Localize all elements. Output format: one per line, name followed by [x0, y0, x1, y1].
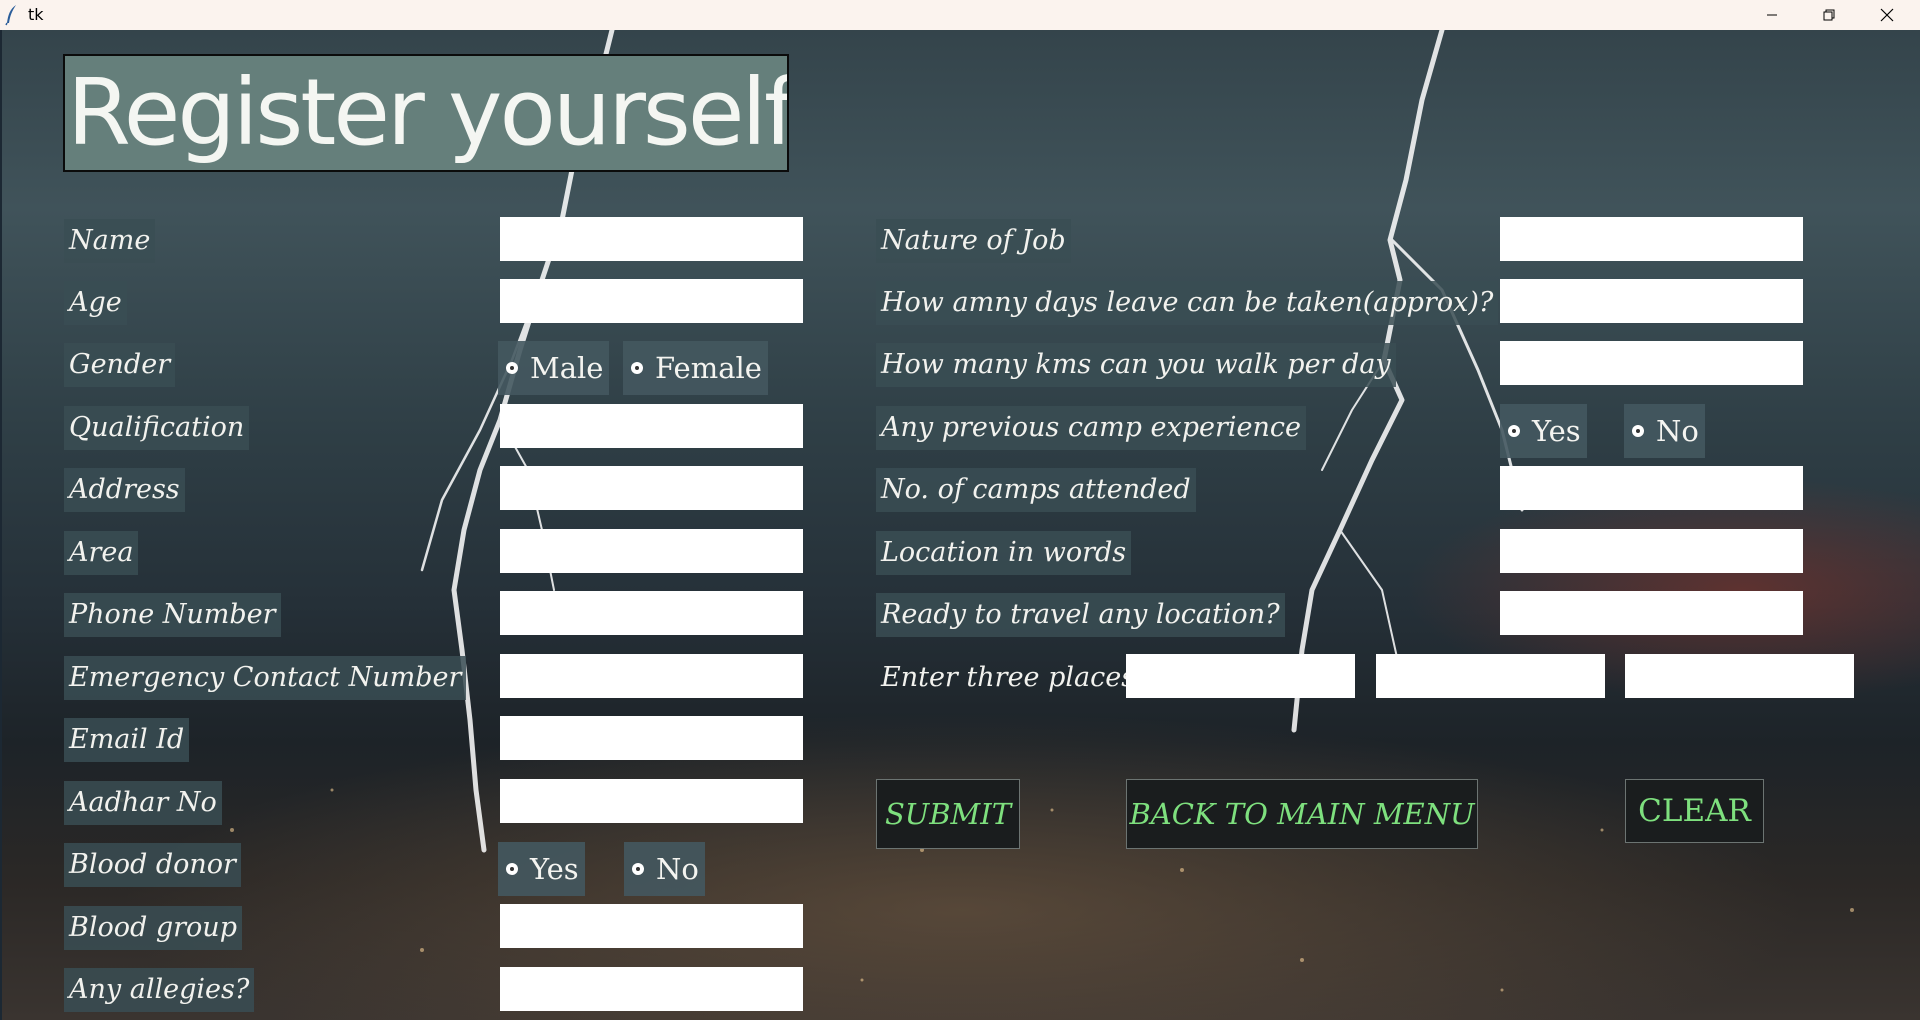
- window-titlebar: tk: [0, 0, 1920, 30]
- gender-female-label: Female: [655, 351, 762, 385]
- label-nature-of-job: Nature of Job: [876, 219, 1071, 263]
- leave-days-input[interactable]: [1500, 279, 1803, 323]
- name-input[interactable]: [500, 217, 803, 261]
- label-address: Address: [64, 468, 185, 512]
- gender-male-radio[interactable]: Male: [498, 341, 610, 395]
- place-1-input[interactable]: [1126, 654, 1355, 698]
- ready-to-travel-input[interactable]: [1500, 591, 1803, 635]
- label-email-id: Email Id: [64, 718, 190, 762]
- camp-experience-no-radio[interactable]: No: [1624, 404, 1705, 458]
- radio-indicator: [506, 863, 518, 875]
- radio-indicator: [631, 362, 643, 374]
- lightning-background: [120, 30, 1854, 992]
- label-camps-attended: No. of camps attended: [876, 468, 1196, 512]
- minimize-button[interactable]: [1743, 0, 1801, 30]
- label-any-allergies: Any allegies?: [64, 968, 255, 1012]
- page-title: Register yourself: [63, 54, 789, 172]
- radio-indicator: [1632, 425, 1644, 437]
- phone-number-input[interactable]: [500, 591, 803, 635]
- label-aadhar-no: Aadhar No: [64, 781, 222, 825]
- radio-indicator: [1508, 425, 1520, 437]
- camp-experience-yes-radio[interactable]: Yes: [1500, 404, 1587, 458]
- label-qualification: Qualification: [64, 406, 250, 450]
- radio-indicator: [632, 863, 644, 875]
- label-area: Area: [64, 531, 139, 575]
- clear-button[interactable]: CLEAR: [1625, 779, 1764, 843]
- label-emergency-contact: Emergency Contact Number: [64, 656, 467, 700]
- place-2-input[interactable]: [1376, 654, 1605, 698]
- gender-male-label: Male: [530, 351, 604, 385]
- label-blood-donor: Blood donor: [64, 843, 241, 887]
- blood-group-input[interactable]: [500, 904, 803, 948]
- close-button[interactable]: [1858, 0, 1916, 30]
- camps-attended-input[interactable]: [1500, 466, 1803, 510]
- feather-icon: [5, 5, 16, 26]
- aadhar-no-input[interactable]: [500, 779, 803, 823]
- maximize-button[interactable]: [1800, 0, 1858, 30]
- area-input[interactable]: [500, 529, 803, 573]
- allergies-input[interactable]: [500, 967, 803, 1011]
- place-3-input[interactable]: [1625, 654, 1854, 698]
- age-input[interactable]: [500, 279, 803, 323]
- label-leave-days: How amny days leave can be taken(approx)…: [876, 281, 1499, 325]
- location-in-words-input[interactable]: [1500, 529, 1803, 573]
- blood-donor-yes-label: Yes: [530, 852, 579, 886]
- blood-donor-yes-radio[interactable]: Yes: [498, 842, 585, 896]
- close-icon: [1880, 8, 1894, 22]
- qualification-input[interactable]: [500, 404, 803, 448]
- label-gender: Gender: [64, 343, 176, 387]
- camp-experience-yes-label: Yes: [1532, 414, 1581, 448]
- address-input[interactable]: [500, 466, 803, 510]
- blood-donor-no-radio[interactable]: No: [624, 842, 705, 896]
- label-phone-number: Phone Number: [64, 593, 281, 637]
- gender-female-radio[interactable]: Female: [623, 341, 768, 395]
- label-three-places: Enter three places :: [881, 662, 1153, 693]
- back-to-main-menu-button[interactable]: BACK TO MAIN MENU: [1126, 779, 1478, 849]
- label-kms-walk: How many kms can you walk per day: [876, 343, 1396, 387]
- label-ready-to-travel: Ready to travel any location?: [876, 593, 1285, 637]
- kms-walk-input[interactable]: [1500, 341, 1803, 385]
- blood-donor-no-label: No: [656, 852, 699, 886]
- label-camp-experience: Any previous camp experience: [876, 406, 1307, 450]
- label-location-in-words: Location in words: [876, 531, 1132, 575]
- email-id-input[interactable]: [500, 716, 803, 760]
- nature-of-job-input[interactable]: [1500, 217, 1803, 261]
- minimize-icon: [1767, 14, 1777, 16]
- radio-indicator: [506, 362, 518, 374]
- restore-icon: [1823, 9, 1835, 21]
- label-blood-group: Blood group: [64, 906, 242, 950]
- window-title: tk: [28, 5, 44, 24]
- camp-experience-no-label: No: [1656, 414, 1699, 448]
- background-image-area: Register yourself Name Age Gender Qualif…: [2, 30, 1920, 1020]
- label-age: Age: [64, 281, 127, 325]
- submit-button[interactable]: SUBMIT: [876, 779, 1020, 849]
- label-name: Name: [64, 219, 156, 263]
- emergency-contact-input[interactable]: [500, 654, 803, 698]
